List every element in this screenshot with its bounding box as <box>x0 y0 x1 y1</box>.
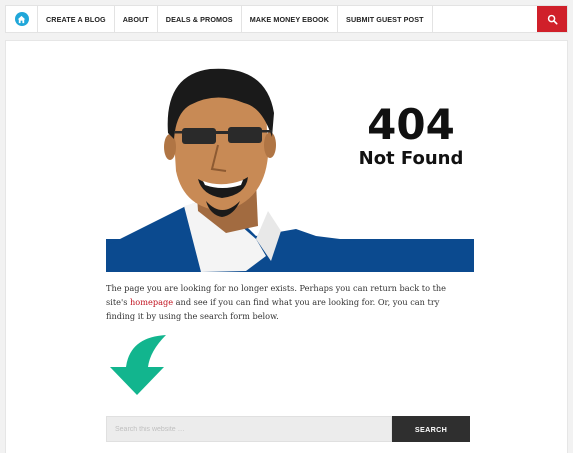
content-card: 404 Not Found The page you are looking f… <box>5 40 568 453</box>
nav-make-money-ebook[interactable]: MAKE MONEY EBOOK <box>242 6 339 32</box>
header-search-button[interactable] <box>537 6 567 32</box>
search-form: SEARCH <box>106 416 470 442</box>
down-arrow-icon <box>110 335 166 395</box>
search-submit-button[interactable]: SEARCH <box>392 416 470 442</box>
nav-about[interactable]: ABOUT <box>115 6 158 32</box>
suit-shape <box>106 196 474 272</box>
home-icon <box>14 12 29 26</box>
search-input[interactable] <box>106 416 392 442</box>
error-status: Not Found <box>359 148 464 169</box>
search-icon <box>547 14 558 25</box>
nav-submit-guest-post[interactable]: SUBMIT GUEST POST <box>338 6 433 32</box>
sunglasses-left-lens <box>182 128 216 144</box>
404-illustration: 404 Not Found <box>106 68 474 272</box>
home-link[interactable] <box>6 6 38 32</box>
nav-deals-promos[interactable]: DEALS & PROMOS <box>158 6 242 32</box>
not-found-message: The page you are looking for no longer e… <box>106 281 466 323</box>
main-navigation: CREATE A BLOG ABOUT DEALS & PROMOS MAKE … <box>5 5 568 33</box>
nav-create-a-blog[interactable]: CREATE A BLOG <box>38 6 115 32</box>
error-code: 404 <box>367 100 455 149</box>
sunglasses-right-lens <box>228 127 262 143</box>
homepage-link[interactable]: homepage <box>130 297 173 307</box>
